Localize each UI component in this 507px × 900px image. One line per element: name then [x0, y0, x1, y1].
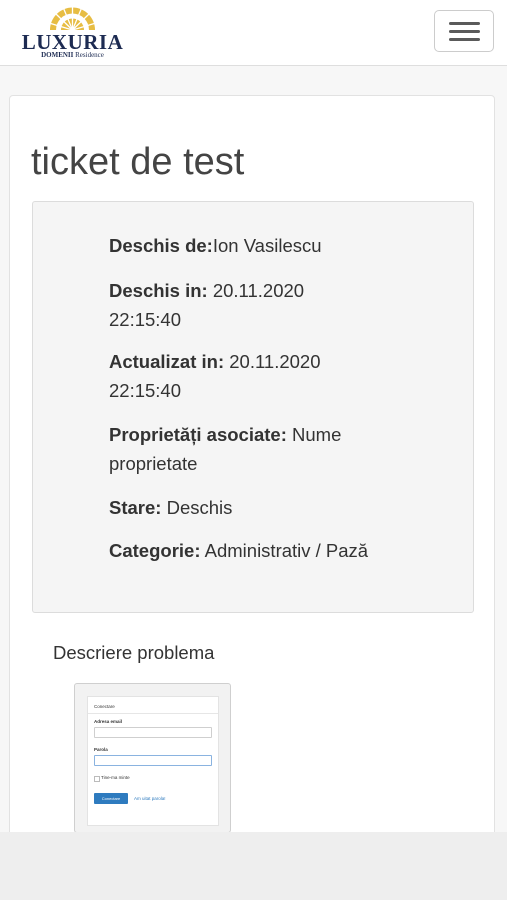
thumb-checkbox — [94, 776, 100, 782]
thumb-remember-label: Tine-ma minte — [101, 775, 130, 780]
navbar: LUXURIA DOMENII Residence — [0, 0, 507, 66]
thumb-forgot-link: Am uitat parola! — [134, 796, 166, 801]
thumbnail-login-panel: Conectare Adresa email Parola Tine-ma mi… — [87, 696, 219, 826]
status-label: Stare: — [109, 497, 162, 518]
opened-at-date: 20.11.2020 — [212, 280, 305, 301]
opened-by-value: Ion Vasilescu — [212, 235, 322, 256]
properties-value-cont: proprietate — [109, 453, 198, 474]
properties-row: Proprietăți asociate: Nume proprietate — [109, 420, 399, 478]
bottom-bar — [0, 832, 507, 900]
ticket-title: ticket de test — [31, 141, 245, 183]
opened-at-time: 22:15:40 — [109, 309, 182, 330]
sun-logo-icon — [48, 5, 97, 31]
description-heading: Descriere problema — [53, 642, 215, 663]
status-row: Stare: Deschis — [109, 493, 399, 522]
updated-at-label: Actualizat in: — [109, 351, 225, 372]
thumb-password-input — [94, 755, 212, 766]
thumb-login-button: Conectare — [94, 793, 128, 804]
updated-at-date: 20.11.2020 — [229, 351, 321, 372]
thumb-panel-title: Conectare — [94, 704, 115, 709]
updated-at-row: Actualizat in: 20.11.2020 22:15:40 — [109, 347, 399, 405]
thumb-password-label: Parola — [94, 747, 108, 752]
brand-logo[interactable]: LUXURIA DOMENII Residence — [15, 3, 130, 61]
brand-subtitle: DOMENII Residence — [41, 51, 104, 59]
menu-toggle-button[interactable] — [434, 10, 494, 52]
attachment-thumbnail[interactable]: Conectare Adresa email Parola Tine-ma mi… — [74, 683, 231, 833]
opened-by-label: Deschis de: — [109, 235, 213, 256]
properties-label: Proprietăți asociate: — [109, 424, 287, 445]
status-value: Deschis — [166, 497, 233, 518]
category-label: Categorie: — [109, 540, 201, 561]
thumb-email-label: Adresa email — [94, 719, 123, 724]
opened-at-row: Deschis in: 20.11.2020 22:15:40 — [109, 276, 399, 334]
opened-at-label: Deschis in: — [109, 280, 208, 301]
properties-value: Nume — [292, 424, 342, 445]
thumb-email-input — [94, 727, 212, 738]
updated-at-time: 22:15:40 — [109, 380, 182, 401]
opened-by-row: Deschis de:Ion Vasilescu — [109, 231, 399, 260]
category-row: Categorie: Administrativ / Pază — [109, 536, 399, 565]
category-value: Administrativ / Pază — [204, 540, 369, 561]
